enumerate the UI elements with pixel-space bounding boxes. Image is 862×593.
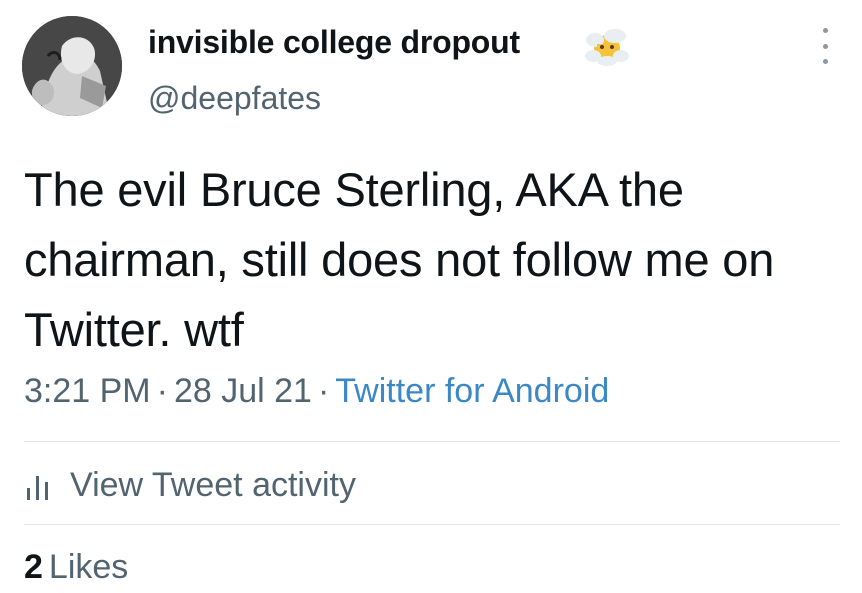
view-tweet-activity-label: View Tweet activity [70, 465, 356, 504]
likes-label: Likes [48, 548, 129, 586]
avatar[interactable] [22, 16, 122, 116]
bar-chart-icon [27, 476, 48, 500]
tweet-text: The evil Bruce Sterling, AKA the chairma… [24, 163, 775, 356]
likes-count: 2 [24, 548, 43, 586]
tweet-time[interactable]: 3:21 PM [24, 372, 151, 410]
likes-stat[interactable]: 2 Likes [24, 548, 128, 587]
handle[interactable]: @deepfates [148, 80, 321, 117]
avatar-image [22, 16, 122, 116]
face-in-clouds-icon [585, 26, 629, 66]
view-tweet-activity-button[interactable]: View Tweet activity [24, 460, 356, 510]
tweet-meta: 3:21 PM · 28 Jul 21 · Twitter for Android [24, 372, 609, 411]
meta-separator: · [156, 372, 168, 410]
divider [24, 441, 840, 442]
more-dot [822, 43, 828, 49]
meta-separator: · [317, 372, 330, 410]
display-name[interactable]: invisible college dropout [148, 24, 520, 61]
tweet-source-link[interactable]: Twitter for Android [335, 372, 609, 410]
divider [24, 524, 840, 525]
more-dot [822, 59, 828, 64]
more-dot [822, 28, 828, 33]
more-vertical-icon[interactable] [812, 28, 838, 64]
tweet-date[interactable]: 28 Jul 21 [174, 372, 312, 410]
tweet-header: invisible college dropout @deepfates [0, 0, 862, 130]
